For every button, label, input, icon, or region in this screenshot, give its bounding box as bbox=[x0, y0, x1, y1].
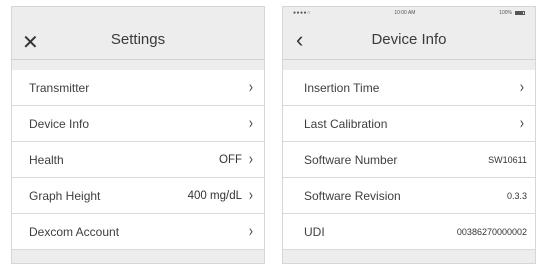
device-info-item-insertion-time[interactable]: Insertion Time › bbox=[283, 70, 535, 106]
item-value: 00386270000002 bbox=[456, 226, 527, 237]
device-info-screen: ●●●●○ 10:00 AM 100% ‹ Device Info Insert… bbox=[282, 6, 536, 264]
settings-item-graph-height[interactable]: Graph Height 400 mg/dL › bbox=[12, 178, 264, 214]
item-label: Last Calibration bbox=[304, 116, 388, 131]
chevron-right-icon: › bbox=[248, 112, 254, 134]
item-value: SW10611 bbox=[488, 154, 527, 165]
settings-list: Transmitter › Device Info › Health OFF ›… bbox=[12, 70, 264, 250]
settings-item-health[interactable]: Health OFF › bbox=[12, 142, 264, 178]
status-time: 10:00 AM bbox=[394, 10, 416, 16]
status-bar: ●●●●○ 10:00 AM 100% bbox=[283, 7, 535, 19]
page-title: Device Info bbox=[371, 30, 447, 48]
chevron-right-icon: › bbox=[248, 148, 254, 170]
item-label: Insertion Time bbox=[304, 80, 380, 95]
page-title: Settings bbox=[110, 30, 166, 48]
item-label: Health bbox=[29, 152, 64, 167]
settings-navbar: ✕ Settings bbox=[12, 19, 264, 60]
item-label: Transmitter bbox=[29, 80, 90, 95]
close-icon[interactable]: ✕ bbox=[22, 31, 39, 55]
settings-item-device-info[interactable]: Device Info › bbox=[12, 106, 264, 142]
device-info-item-software-revision: Software Revision 0.3.3 bbox=[283, 178, 535, 214]
device-info-list: Insertion Time › Last Calibration › Soft… bbox=[283, 70, 535, 250]
battery-percent: 100% bbox=[499, 10, 512, 16]
item-label: Dexcom Account bbox=[29, 224, 120, 239]
status-bar bbox=[12, 7, 264, 19]
chevron-right-icon: › bbox=[248, 220, 254, 242]
signal-icon: ●●●●○ bbox=[293, 10, 311, 16]
chevron-right-icon: › bbox=[519, 112, 525, 134]
device-info-item-last-calibration[interactable]: Last Calibration › bbox=[283, 106, 535, 142]
chevron-right-icon: › bbox=[248, 184, 254, 206]
back-icon[interactable]: ‹ bbox=[296, 28, 303, 52]
item-label: Device Info bbox=[29, 116, 90, 131]
settings-item-transmitter[interactable]: Transmitter › bbox=[12, 70, 264, 106]
device-info-navbar: ‹ Device Info bbox=[283, 19, 535, 60]
item-value: 0.3.3 bbox=[506, 190, 527, 201]
device-info-item-udi: UDI 00386270000002 bbox=[283, 214, 535, 250]
item-value: 400 mg/dL bbox=[187, 189, 242, 202]
item-label: Software Revision bbox=[304, 188, 401, 203]
chevron-right-icon: › bbox=[248, 76, 254, 98]
settings-item-dexcom-account[interactable]: Dexcom Account › bbox=[12, 214, 264, 250]
battery-icon bbox=[514, 11, 525, 15]
item-label: Graph Height bbox=[29, 188, 101, 203]
item-value: OFF bbox=[219, 153, 242, 166]
settings-screen: ✕ Settings Transmitter › Device Info › H… bbox=[11, 6, 265, 264]
item-label: Software Number bbox=[304, 152, 398, 167]
chevron-right-icon: › bbox=[519, 76, 525, 98]
device-info-item-software-number: Software Number SW10611 bbox=[283, 142, 535, 178]
item-label: UDI bbox=[304, 224, 325, 239]
